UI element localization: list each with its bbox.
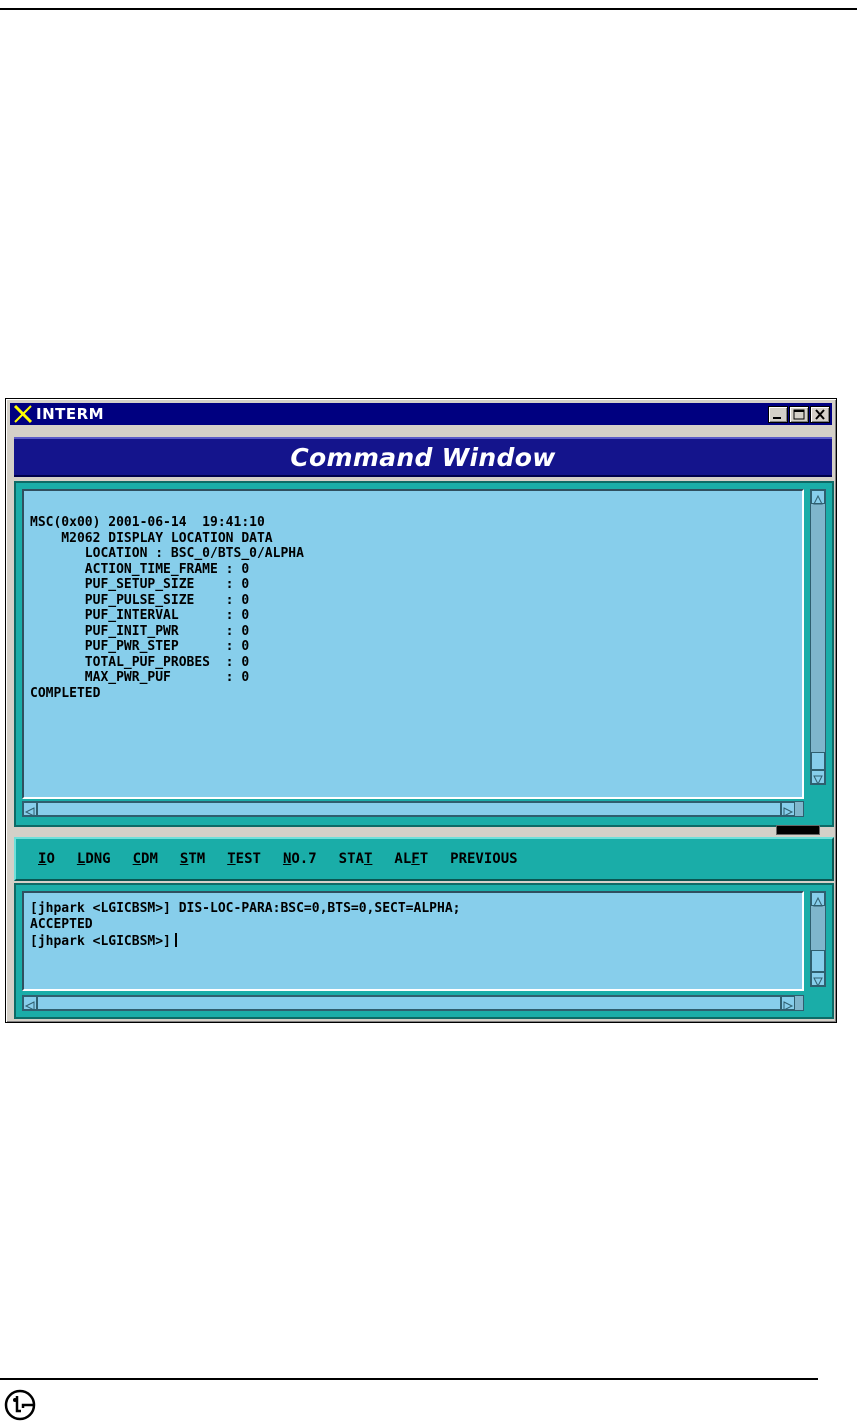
input-hscroll-thumb[interactable] (37, 996, 781, 1010)
command-window-header: Command Window (14, 437, 832, 477)
command-menu-bar: IO LDNG CDM STM TEST NO.7 STAT ALFT PREV… (14, 837, 834, 881)
input-text: [jhpark <LGICBSM>] DIS-LOC-PARA:BSC=0,BT… (30, 901, 460, 950)
arrow-down-icon (813, 775, 823, 786)
close-button[interactable] (810, 406, 830, 423)
arrow-right-icon (783, 807, 794, 817)
input-vertical-scrollbar[interactable] (810, 891, 826, 988)
scroll-right-button[interactable] (781, 802, 795, 817)
input-line-prompt: [jhpark <LGICBSM>] (30, 934, 171, 949)
close-icon (815, 409, 825, 420)
menu-item-previous[interactable]: PREVIOUS (450, 851, 517, 867)
output-area[interactable]: MSC(0x00) 2001-06-14 19:41:10 M2062 DISP… (22, 489, 804, 799)
menu-item-io[interactable]: IO (38, 851, 55, 867)
menu-item-test[interactable]: TEST (227, 851, 261, 867)
input-scroll-left-button[interactable] (23, 996, 37, 1011)
arrow-up-icon (813, 494, 823, 505)
scroll-left-button[interactable] (23, 802, 37, 817)
maximize-button[interactable] (789, 406, 809, 423)
window-controls (767, 406, 830, 423)
input-line-command: [jhpark <LGICBSM>] DIS-LOC-PARA:BSC=0,BT… (30, 901, 461, 916)
minimize-icon (773, 417, 781, 419)
menu-item-ldng[interactable]: LDNG (77, 851, 111, 867)
arrow-left-icon (24, 807, 35, 817)
scroll-up-button[interactable] (811, 490, 825, 505)
output-horizontal-scrollbar[interactable] (22, 801, 804, 817)
title-bar[interactable]: INTERM (10, 403, 832, 425)
input-scroll-up-button[interactable] (811, 892, 825, 907)
window-title: INTERM (36, 405, 105, 423)
menu-item-stat[interactable]: STAT (339, 851, 373, 867)
lg-logo-icon (4, 1389, 36, 1421)
arrow-up-icon (813, 896, 823, 907)
scroll-down-button[interactable] (811, 770, 825, 786)
interm-window: INTERM Command Window MSC(0x00) 2001-06-… (5, 398, 837, 1023)
header-title: Command Window (290, 442, 556, 472)
splitter-handle[interactable] (776, 825, 820, 835)
menu-item-cdm[interactable]: CDM (133, 851, 158, 867)
output-vertical-scrollbar[interactable] (810, 489, 826, 786)
input-line-status: ACCEPTED (30, 917, 93, 932)
menu-item-alft[interactable]: ALFT (394, 851, 428, 867)
footer-rule (0, 1378, 818, 1380)
top-rule (0, 8, 857, 10)
output-panel: MSC(0x00) 2001-06-14 19:41:10 M2062 DISP… (14, 481, 834, 827)
arrow-right-icon (783, 1001, 794, 1011)
text-cursor (174, 933, 177, 947)
menu-item-stm[interactable]: STM (180, 851, 205, 867)
input-panel: [jhpark <LGICBSM>] DIS-LOC-PARA:BSC=0,BT… (14, 883, 834, 1019)
hscroll-thumb[interactable] (37, 802, 781, 816)
scroll-thumb[interactable] (811, 752, 825, 770)
menu-item-no7[interactable]: NO.7 (283, 851, 317, 867)
input-scroll-thumb[interactable] (811, 950, 825, 972)
x-logo-icon (13, 404, 33, 424)
command-input-area[interactable]: [jhpark <LGICBSM>] DIS-LOC-PARA:BSC=0,BT… (22, 891, 804, 991)
arrow-left-icon (24, 1001, 35, 1011)
input-horizontal-scrollbar[interactable] (22, 995, 804, 1011)
maximize-icon (793, 409, 805, 420)
minimize-button[interactable] (768, 406, 788, 423)
input-scroll-down-button[interactable] (811, 972, 825, 988)
output-text: MSC(0x00) 2001-06-14 19:41:10 M2062 DISP… (30, 515, 304, 701)
arrow-down-icon (813, 977, 823, 988)
input-scroll-right-button[interactable] (781, 996, 795, 1011)
